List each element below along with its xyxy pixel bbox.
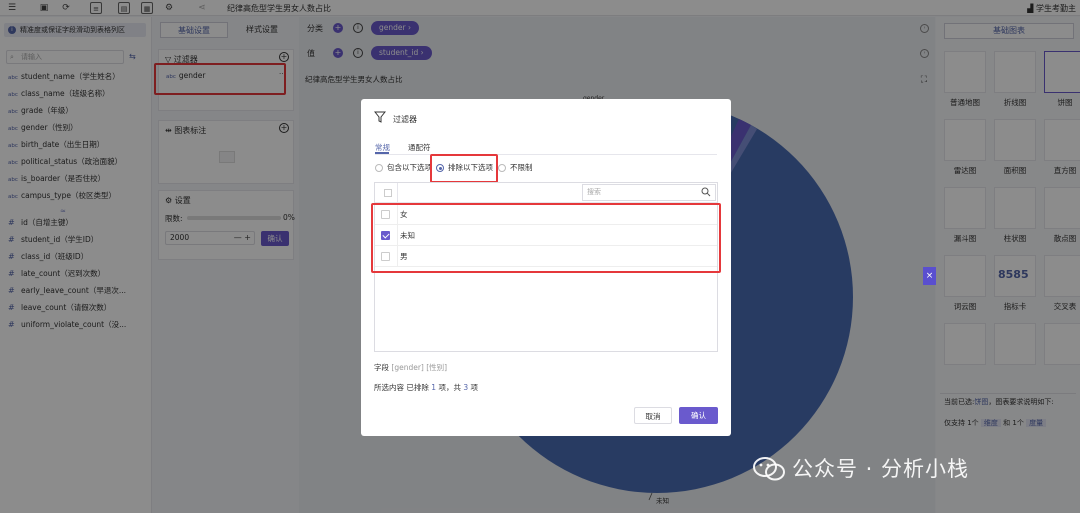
- radio-unlimited-label: 不限制: [510, 163, 533, 172]
- filter-dialog: 过滤器 常规 通配符 包含以下选项 排除以下选项 不限制 搜索 女未知男 字段 …: [361, 99, 731, 436]
- tab-wildcard[interactable]: 通配符: [408, 142, 431, 153]
- header-separator: [397, 183, 398, 203]
- tab-separator: [375, 154, 717, 155]
- option-search-placeholder: 搜索: [587, 188, 601, 196]
- sel-prefix: 所选内容: [374, 383, 404, 392]
- field-info-value: [gender] [性别]: [391, 363, 448, 372]
- select-all-checkbox[interactable]: [384, 189, 392, 197]
- highlight-option-items: [371, 203, 721, 273]
- filter-funnel-icon: [374, 111, 386, 123]
- watermark: 公众号 · 分析小栈: [752, 452, 969, 486]
- watermark-text: 公众号 · 分析小栈: [792, 457, 970, 481]
- option-list-header: 搜索: [375, 183, 717, 203]
- sel-mid1: 已排除: [406, 383, 429, 392]
- radio-unlimited[interactable]: 不限制: [498, 163, 548, 173]
- wechat-icon: [753, 457, 785, 481]
- cancel-button[interactable]: 取消: [634, 407, 672, 424]
- search-icon: [701, 187, 711, 197]
- sel-mid2: 项，共: [438, 383, 461, 392]
- highlight-exclude-option: [430, 154, 498, 183]
- field-info: 字段 [gender] [性别]: [374, 362, 447, 373]
- sel-total-count: 3: [463, 383, 469, 392]
- field-info-label: 字段: [374, 363, 389, 372]
- radio-include-circle: [375, 164, 383, 172]
- sel-suffix: 项: [470, 383, 479, 392]
- confirm-button[interactable]: 确认: [679, 407, 718, 424]
- option-search-input[interactable]: 搜索: [582, 184, 716, 201]
- selection-summary: 所选内容 已排除 1 项，共 3 项: [374, 382, 478, 393]
- radio-include-label: 包含以下选项: [387, 163, 432, 172]
- side-close-button[interactable]: ×: [923, 267, 936, 285]
- dialog-title: 过滤器: [393, 115, 417, 124]
- radio-unlimited-circle: [498, 164, 506, 172]
- sel-excluded-count: 1: [431, 383, 437, 392]
